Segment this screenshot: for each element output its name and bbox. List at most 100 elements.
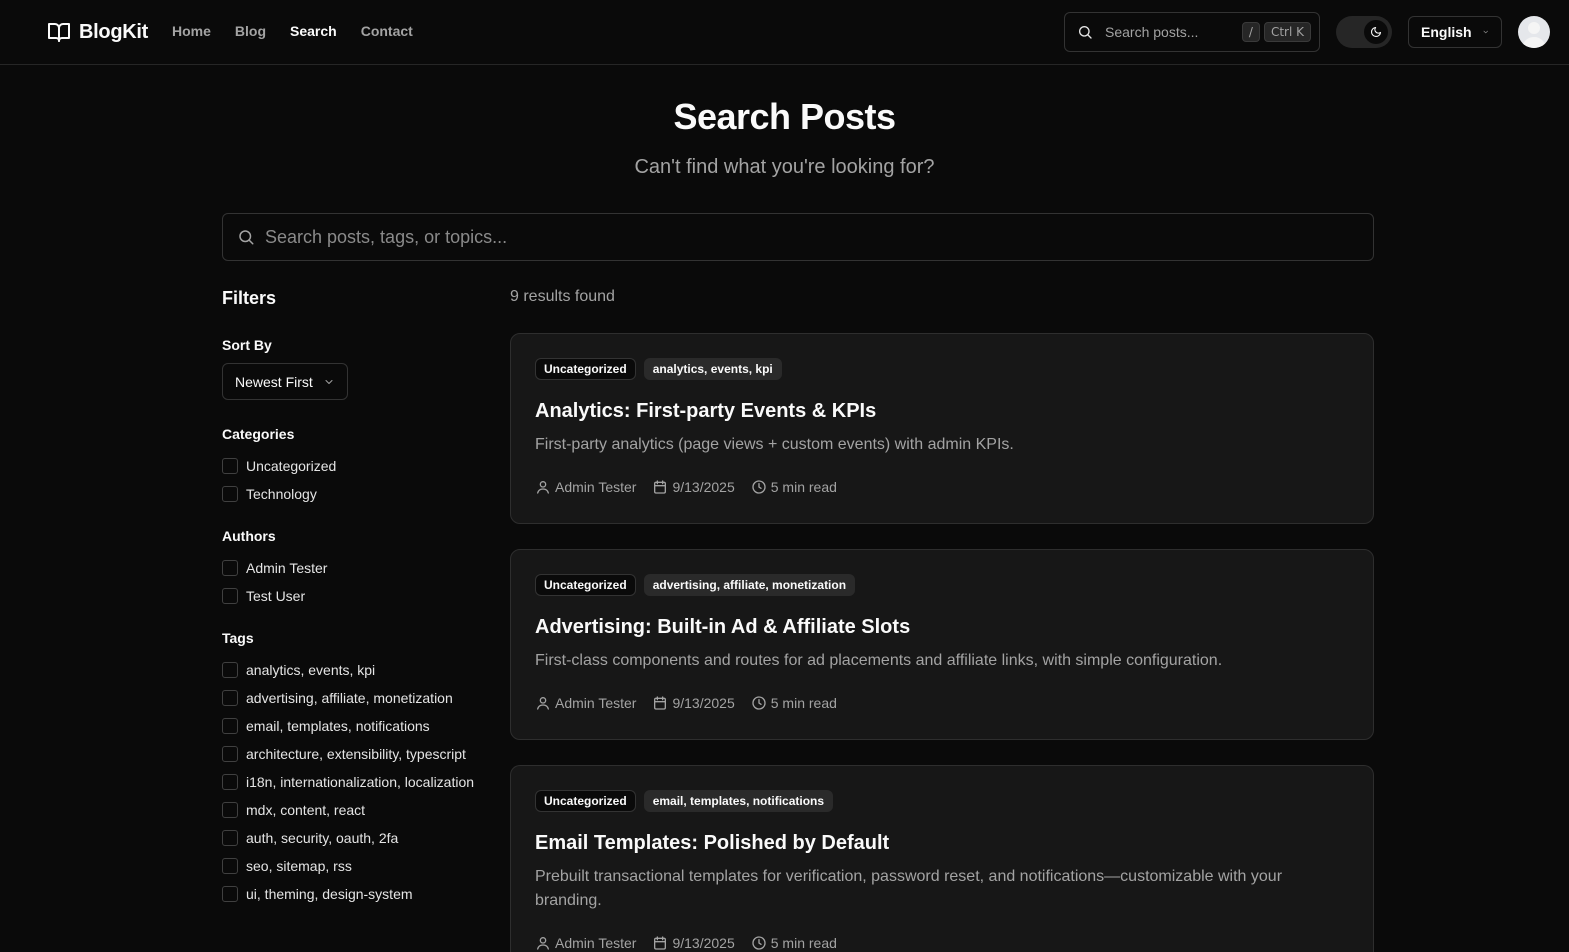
authors-label: Authors xyxy=(222,528,276,544)
post-read-time: 5 min read xyxy=(751,479,837,495)
post-author: Admin Tester xyxy=(535,935,636,951)
tags-badge[interactable]: advertising, affiliate, monetization xyxy=(643,574,856,596)
book-open-icon xyxy=(48,23,70,42)
authors-list: Admin Tester Test User xyxy=(222,554,492,610)
tag-option-label: mdx, content, react xyxy=(246,802,366,818)
tag-option-label: advertising, affiliate, monetization xyxy=(246,690,453,706)
checkbox[interactable] xyxy=(222,774,238,790)
sort-value: Newest First xyxy=(235,373,313,390)
nav-blog[interactable]: Blog xyxy=(235,23,266,39)
language-select[interactable]: English xyxy=(1408,16,1502,48)
tag-option-label: architecture, extensibility, typescript xyxy=(246,746,466,762)
checkbox[interactable] xyxy=(222,486,238,502)
brand-logo[interactable]: BlogKit xyxy=(47,20,148,44)
header-search-placeholder: Search posts... xyxy=(1105,24,1199,40)
checkbox[interactable] xyxy=(222,858,238,874)
author-name: Admin Tester xyxy=(555,695,637,711)
user-icon xyxy=(537,481,549,494)
post-title[interactable]: Analytics: First-party Events & KPIs xyxy=(535,400,1349,423)
tag-option[interactable]: seo, sitemap, rss xyxy=(222,852,492,880)
post-author: Admin Tester xyxy=(535,695,636,711)
post-title[interactable]: Advertising: Built-in Ad & Affiliate Slo… xyxy=(535,616,1349,639)
nav-home[interactable]: Home xyxy=(172,23,211,39)
tag-option-label: ui, theming, design-system xyxy=(246,886,413,902)
post-card[interactable]: Uncategorized analytics, events, kpi Ana… xyxy=(510,333,1374,524)
results-count: 9 results found xyxy=(510,288,615,305)
date-value: 9/13/2025 xyxy=(672,695,735,711)
read-time-value: 5 min read xyxy=(770,695,837,711)
author-option[interactable]: Admin Tester xyxy=(222,554,492,582)
sort-select[interactable]: Newest First xyxy=(222,363,348,400)
category-option-label: Technology xyxy=(246,486,317,502)
category-option[interactable]: Technology xyxy=(222,480,492,508)
sort-label: Sort By xyxy=(222,337,272,353)
tags-badge[interactable]: analytics, events, kpi xyxy=(643,358,782,380)
checkbox[interactable] xyxy=(222,746,238,762)
post-meta: Admin Tester 9/13/2025 5 min read xyxy=(535,479,1349,495)
category-option-label: Uncategorized xyxy=(246,458,337,474)
user-avatar[interactable] xyxy=(1518,16,1550,48)
checkbox[interactable] xyxy=(222,560,238,576)
read-time-value: 5 min read xyxy=(770,479,837,495)
tag-option-label: auth, security, oauth, 2fa xyxy=(246,830,399,846)
checkbox[interactable] xyxy=(222,802,238,818)
user-icon xyxy=(537,697,549,710)
theme-toggle[interactable] xyxy=(1336,16,1392,48)
tags-badge[interactable]: email, templates, notifications xyxy=(643,790,834,812)
calendar-icon xyxy=(654,480,667,494)
nav-search[interactable]: Search xyxy=(290,23,337,39)
shortcut-slash-kbd: / xyxy=(1241,22,1260,42)
post-title[interactable]: Email Templates: Polished by Default xyxy=(535,832,1349,855)
chevron-down-icon xyxy=(1483,30,1488,34)
tag-option[interactable]: email, templates, notifications xyxy=(222,712,492,740)
checkbox[interactable] xyxy=(222,886,238,902)
filters-sidebar: Filters Sort By Newest First Categories … xyxy=(222,288,492,928)
date-value: 9/13/2025 xyxy=(672,479,735,495)
category-badge[interactable]: Uncategorized xyxy=(535,790,636,812)
user-icon xyxy=(537,937,549,950)
tag-option[interactable]: ui, theming, design-system xyxy=(222,880,492,908)
checkbox[interactable] xyxy=(222,830,238,846)
author-name: Admin Tester xyxy=(555,935,637,951)
post-date: 9/13/2025 xyxy=(652,695,735,711)
tag-option[interactable]: architecture, extensibility, typescript xyxy=(222,740,492,768)
moon-icon xyxy=(1370,26,1382,38)
tag-option[interactable]: advertising, affiliate, monetization xyxy=(222,684,492,712)
category-option[interactable]: Uncategorized xyxy=(222,452,492,480)
checkbox[interactable] xyxy=(222,662,238,678)
post-read-time: 5 min read xyxy=(751,935,837,951)
main-search-input[interactable]: Search posts, tags, or topics... xyxy=(222,213,1374,261)
post-card[interactable]: Uncategorized email, templates, notifica… xyxy=(510,765,1374,952)
tag-option-label: email, templates, notifications xyxy=(246,718,430,734)
checkbox[interactable] xyxy=(222,458,238,474)
calendar-icon xyxy=(654,696,667,710)
category-badge[interactable]: Uncategorized xyxy=(535,574,636,596)
post-card[interactable]: Uncategorized advertising, affiliate, mo… xyxy=(510,549,1374,740)
tags-label: Tags xyxy=(222,630,254,646)
post-meta: Admin Tester 9/13/2025 5 min read xyxy=(535,935,1349,951)
checkbox[interactable] xyxy=(222,690,238,706)
header-search-input[interactable]: Search posts... / Ctrl K xyxy=(1064,12,1320,52)
post-date: 9/13/2025 xyxy=(652,479,735,495)
author-option[interactable]: Test User xyxy=(222,582,492,610)
language-value: English xyxy=(1421,24,1472,40)
tag-option[interactable]: mdx, content, react xyxy=(222,796,492,824)
checkbox[interactable] xyxy=(222,588,238,604)
author-option-label: Admin Tester xyxy=(246,560,328,576)
post-excerpt: First-party analytics (page views + cust… xyxy=(535,436,1014,453)
tag-option[interactable]: i18n, internationalization, localization xyxy=(222,768,492,796)
tag-option-label: i18n, internationalization, localization xyxy=(246,774,475,790)
category-badge[interactable]: Uncategorized xyxy=(535,358,636,380)
clock-icon xyxy=(752,936,766,950)
calendar-icon xyxy=(654,936,667,950)
filters-title: Filters xyxy=(222,288,277,308)
checkbox[interactable] xyxy=(222,718,238,734)
main-search-placeholder: Search posts, tags, or topics... xyxy=(265,226,508,247)
tag-option[interactable]: analytics, events, kpi xyxy=(222,656,492,684)
nav-contact[interactable]: Contact xyxy=(361,23,413,39)
tag-option[interactable]: auth, security, oauth, 2fa xyxy=(222,824,492,852)
clock-icon xyxy=(752,696,766,710)
user-silhouette-icon xyxy=(1522,22,1546,48)
brand-name: BlogKit xyxy=(79,20,148,43)
read-time-value: 5 min read xyxy=(770,935,837,951)
